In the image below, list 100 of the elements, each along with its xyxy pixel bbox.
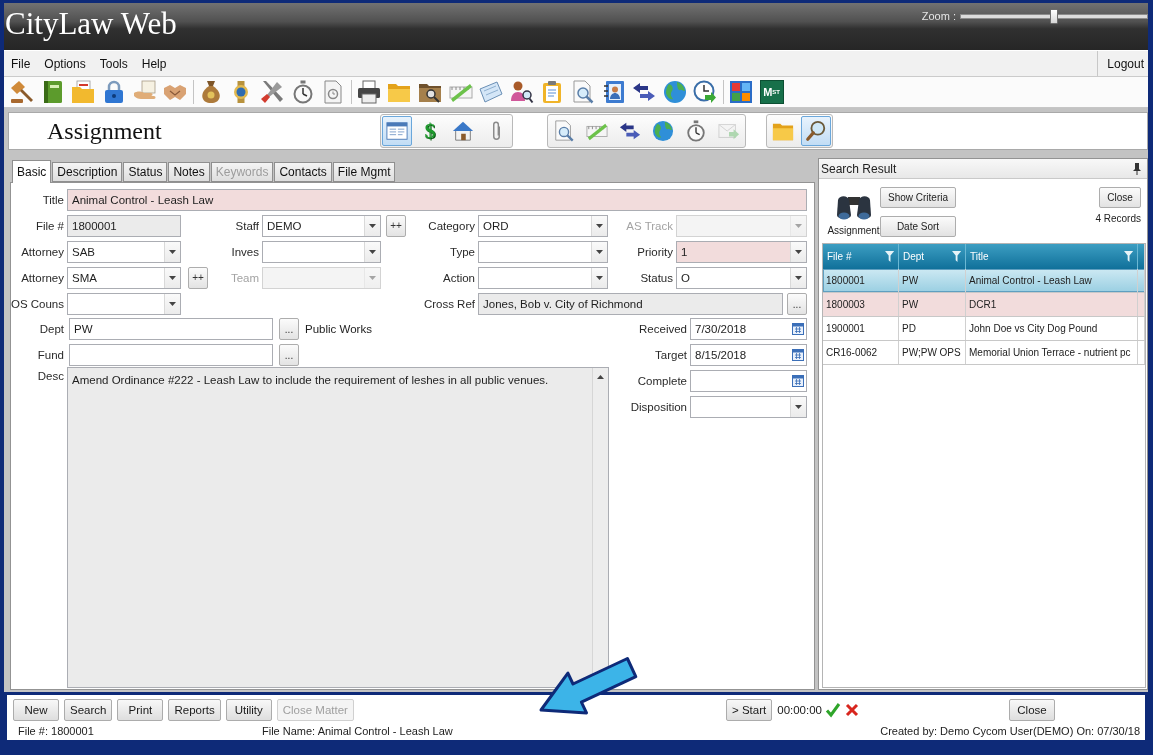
combo-box[interactable]: 1 — [676, 241, 807, 263]
field-label: File # — [35, 220, 64, 232]
caret-icon[interactable] — [795, 405, 802, 409]
add-button[interactable]: ++ — [188, 267, 208, 289]
globe-icon[interactable] — [662, 80, 687, 104]
browse-button[interactable]: ... — [279, 318, 299, 340]
input-field[interactable]: 1800001 — [67, 215, 181, 237]
app-tile-button[interactable]: M$^{ST}$ — [759, 80, 784, 104]
tiles-icon[interactable] — [728, 80, 753, 104]
input-field[interactable]: Animal Control - Leash Law — [67, 189, 807, 211]
action-button[interactable]: Reports — [168, 699, 221, 721]
action-button[interactable]: New — [13, 699, 59, 721]
menu-item[interactable]: File — [4, 51, 38, 76]
caret-icon[interactable] — [596, 224, 603, 228]
table-cell: DCR1 — [966, 293, 1138, 316]
printer-icon[interactable] — [356, 80, 381, 104]
tab[interactable]: File Mgmt — [332, 162, 396, 182]
table-row[interactable]: 1800001 PW Animal Control - Leash Law — [823, 269, 1145, 293]
field-label: Cross Ref — [423, 298, 475, 310]
calendar-icon[interactable] — [791, 375, 804, 387]
caret-icon[interactable] — [169, 302, 176, 306]
tab[interactable]: Notes — [168, 162, 210, 182]
panel-button[interactable]: Date Sort — [880, 216, 956, 237]
folder-icon[interactable] — [71, 80, 96, 104]
field-label: Attorney — [21, 272, 64, 284]
pin-icon[interactable] — [1133, 162, 1141, 175]
tab[interactable]: Basic — [12, 160, 52, 183]
clock-icon[interactable] — [693, 80, 718, 104]
menu-item[interactable]: Help — [134, 51, 174, 76]
check-icon[interactable] — [825, 702, 841, 718]
close-button[interactable]: Close — [1009, 699, 1055, 721]
combo-box[interactable]: ORD — [478, 215, 608, 237]
paperclip-icon[interactable] — [490, 120, 502, 142]
column-header: Title — [970, 251, 989, 262]
table-cell: Animal Control - Leash Law — [966, 269, 1138, 292]
table-row[interactable]: 1800003 PW DCR1 — [823, 293, 1145, 317]
table-row[interactable]: 1900001 PD John Doe vs City Dog Pound — [823, 317, 1145, 341]
document-search-icon[interactable] — [571, 80, 595, 104]
panel-button[interactable]: Show Criteria — [880, 187, 956, 208]
caret-icon[interactable] — [596, 276, 603, 280]
caret-icon[interactable] — [369, 250, 376, 254]
date-field[interactable]: 8/15/2018 — [690, 344, 807, 366]
add-button[interactable]: ++ — [386, 215, 406, 237]
caret-icon[interactable] — [795, 250, 802, 254]
department-name: Public Works — [305, 323, 372, 335]
calendar-icon[interactable] — [791, 349, 804, 361]
field-label: Team — [230, 272, 259, 284]
caret-icon[interactable] — [169, 276, 176, 280]
slider-thumb[interactable] — [1050, 8, 1058, 24]
cross-icon[interactable] — [844, 702, 860, 718]
field-label: Priority — [637, 246, 673, 258]
field-label: AS Track — [626, 220, 673, 232]
close-button[interactable]: Close — [1099, 187, 1141, 208]
zoom-label: Zoom : — [921, 10, 956, 22]
table-cell: PW;PW OPS — [899, 341, 966, 364]
tab[interactable]: Status — [123, 162, 168, 182]
field-label: Dept — [39, 323, 64, 335]
combo-box[interactable]: SAB — [67, 241, 181, 263]
tab[interactable]: Contacts — [274, 162, 332, 182]
date-field[interactable] — [690, 370, 807, 392]
caret-icon[interactable] — [596, 250, 603, 254]
table-cell: John Doe vs City Dog Pound — [966, 317, 1138, 340]
tools-icon[interactable] — [260, 80, 285, 104]
browse-button[interactable]: ... — [787, 293, 807, 315]
logout-link[interactable]: Logout — [1097, 51, 1148, 76]
table-cell: 1800001 — [823, 269, 899, 292]
browse-button[interactable]: ... — [279, 344, 299, 366]
action-button[interactable]: Search — [64, 699, 113, 721]
table-cell: PW — [899, 269, 966, 292]
swap-arrows-icon[interactable] — [632, 80, 657, 104]
user-search-icon[interactable] — [509, 80, 534, 104]
action-button[interactable]: Utility — [225, 699, 272, 721]
date-field[interactable]: 7/30/2018 — [690, 318, 807, 340]
gavel-icon[interactable] — [10, 80, 35, 104]
input-field[interactable] — [69, 344, 273, 366]
combo-box[interactable]: SMA — [67, 267, 181, 289]
filter-icon[interactable] — [884, 251, 894, 262]
combo-box[interactable]: DEMO — [262, 215, 381, 237]
field-label: Title — [42, 194, 64, 206]
caret-icon[interactable] — [795, 276, 802, 280]
calendar-icon[interactable] — [791, 323, 804, 335]
field-label: Desc — [37, 370, 64, 382]
address-book-icon[interactable] — [601, 80, 626, 104]
input-field[interactable]: PW — [69, 318, 273, 340]
table-row[interactable]: CR16-0062 PW;PW OPS Memorial Union Terrace - nutrient pc — [823, 341, 1145, 365]
action-button[interactable]: Print — [117, 699, 164, 721]
tab[interactable]: Description — [52, 162, 123, 182]
combo-box[interactable]: O — [676, 267, 807, 289]
start-button[interactable]: > Start — [726, 699, 773, 721]
scroll-up-icon[interactable] — [597, 375, 604, 379]
description-area[interactable]: Amend Ordinance #222 - Leash Law to include the requirement of leshes in all public venues. — [67, 367, 609, 688]
paper-icon[interactable] — [479, 80, 504, 104]
filter-icon[interactable] — [1123, 251, 1133, 262]
filter-icon[interactable] — [951, 251, 961, 262]
field-label: Staff — [235, 220, 259, 232]
caret-icon[interactable] — [169, 250, 176, 254]
input-field[interactable]: Jones, Bob v. City of Richmond — [478, 293, 783, 315]
caret-icon[interactable] — [369, 224, 376, 228]
menu-item[interactable]: Tools — [92, 51, 135, 76]
menu-item[interactable]: Options — [37, 51, 93, 76]
